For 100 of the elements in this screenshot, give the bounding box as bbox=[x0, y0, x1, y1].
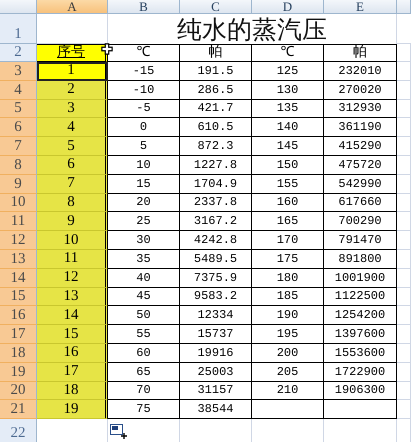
row-header[interactable]: 8 bbox=[0, 156, 37, 175]
row-header[interactable]: 19 bbox=[0, 362, 37, 382]
column-header[interactable] bbox=[397, 0, 411, 14]
table-cell: 286.5 bbox=[180, 80, 252, 100]
table-cell: 130 bbox=[252, 80, 324, 100]
table-cell: 0 bbox=[108, 118, 180, 138]
table-cell: 31157 bbox=[180, 382, 252, 400]
table-cell: 180 bbox=[252, 268, 324, 288]
empty-cell bbox=[397, 362, 411, 382]
table-cell: -10 bbox=[108, 80, 180, 100]
empty-cell bbox=[397, 137, 411, 156]
table-cell: 16 bbox=[37, 344, 108, 363]
table-cell: 19 bbox=[37, 400, 108, 420]
table-cell: 65 bbox=[108, 362, 180, 382]
table-cell: 2 bbox=[37, 80, 108, 100]
table-cell: 415290 bbox=[324, 137, 397, 156]
table-cell: 542990 bbox=[324, 174, 397, 194]
table-cell: 185 bbox=[252, 288, 324, 306]
table-cell: 4242.8 bbox=[180, 231, 252, 250]
row-header[interactable]: 13 bbox=[0, 250, 37, 269]
table-cell: 232010 bbox=[324, 62, 397, 81]
table-cell: 617660 bbox=[324, 194, 397, 212]
row-header[interactable]: 18 bbox=[0, 344, 37, 363]
table-cell: 19916 bbox=[180, 344, 252, 363]
row-header[interactable]: 5 bbox=[0, 100, 37, 118]
table-cell: 270020 bbox=[324, 80, 397, 100]
table-cell: 12334 bbox=[180, 306, 252, 326]
select-all-corner[interactable] bbox=[0, 0, 37, 14]
table-cell: 40 bbox=[108, 268, 180, 288]
table-cell: 15 bbox=[37, 325, 108, 344]
table-cell: 70 bbox=[108, 382, 180, 400]
row-header[interactable]: 21 bbox=[0, 400, 37, 420]
table-cell: 195 bbox=[252, 325, 324, 344]
empty-cell bbox=[397, 80, 411, 100]
table-cell: 10 bbox=[37, 231, 108, 250]
table-cell: 1553600 bbox=[324, 344, 397, 363]
table-cell: 11 bbox=[37, 250, 108, 269]
row-header[interactable]: 14 bbox=[0, 268, 37, 288]
table-cell: 75 bbox=[108, 400, 180, 420]
table-header: ℃ bbox=[108, 44, 180, 62]
table-cell: 45 bbox=[108, 288, 180, 306]
table-cell: 475720 bbox=[324, 156, 397, 175]
table-cell: 1227.8 bbox=[180, 156, 252, 175]
row-header[interactable]: 3 bbox=[0, 62, 37, 81]
table-cell: 5489.5 bbox=[180, 250, 252, 269]
table-cell: 160 bbox=[252, 194, 324, 212]
row-header[interactable]: 22 bbox=[0, 419, 37, 442]
empty-cell bbox=[397, 250, 411, 269]
row-header[interactable]: 4 bbox=[0, 80, 37, 100]
empty-cell bbox=[252, 400, 324, 420]
table-cell: 7375.9 bbox=[180, 268, 252, 288]
row-header[interactable]: 16 bbox=[0, 306, 37, 326]
column-header[interactable]: D bbox=[252, 0, 324, 14]
empty-cell bbox=[397, 44, 411, 62]
row-header[interactable]: 9 bbox=[0, 174, 37, 194]
table-cell: 8 bbox=[37, 194, 108, 212]
table-cell: 20 bbox=[108, 194, 180, 212]
table-cell: 10 bbox=[108, 156, 180, 175]
table-cell: 60 bbox=[108, 344, 180, 363]
table-cell: 55 bbox=[108, 325, 180, 344]
table-cell: 361190 bbox=[324, 118, 397, 138]
table-cell: 3 bbox=[37, 100, 108, 118]
table-cell: 205 bbox=[252, 362, 324, 382]
row-header[interactable]: 15 bbox=[0, 288, 37, 306]
row-header[interactable]: 12 bbox=[0, 231, 37, 250]
row-header[interactable]: 11 bbox=[0, 212, 37, 232]
table-cell: 791470 bbox=[324, 231, 397, 250]
table-cell: 1001900 bbox=[324, 268, 397, 288]
table-cell: 15 bbox=[108, 174, 180, 194]
row-header[interactable]: 10 bbox=[0, 194, 37, 212]
table-cell: 145 bbox=[252, 137, 324, 156]
table-cell: 135 bbox=[252, 100, 324, 118]
table-cell: 35 bbox=[108, 250, 180, 269]
table-cell: 9 bbox=[37, 212, 108, 232]
column-header[interactable]: B bbox=[108, 0, 180, 14]
row-header[interactable]: 6 bbox=[0, 118, 37, 138]
table-cell: 150 bbox=[252, 156, 324, 175]
paste-options-icon[interactable] bbox=[110, 424, 128, 440]
empty-cell bbox=[397, 212, 411, 232]
table-cell: 12 bbox=[37, 268, 108, 288]
column-header[interactable]: E bbox=[324, 0, 397, 14]
table-header: 帕 bbox=[324, 44, 397, 62]
table-cell: 125 bbox=[252, 62, 324, 81]
row-header[interactable]: 2 bbox=[0, 44, 37, 62]
row-header[interactable]: 1 bbox=[0, 14, 37, 44]
empty-cell bbox=[397, 62, 411, 81]
row-header[interactable]: 20 bbox=[0, 382, 37, 400]
table-cell: 14 bbox=[37, 306, 108, 326]
table-header: 序号 bbox=[57, 46, 85, 60]
table-cell: 5 bbox=[37, 137, 108, 156]
table-cell: 165 bbox=[252, 212, 324, 232]
column-header[interactable]: C bbox=[180, 0, 252, 14]
empty-cell bbox=[397, 400, 411, 420]
table-cell: 7 bbox=[37, 174, 108, 194]
table-cell: 25003 bbox=[180, 362, 252, 382]
row-header[interactable]: 17 bbox=[0, 325, 37, 344]
column-header[interactable]: A bbox=[37, 0, 108, 14]
empty-cell bbox=[397, 118, 411, 138]
row-header[interactable]: 7 bbox=[0, 137, 37, 156]
table-cell: 5 bbox=[108, 137, 180, 156]
